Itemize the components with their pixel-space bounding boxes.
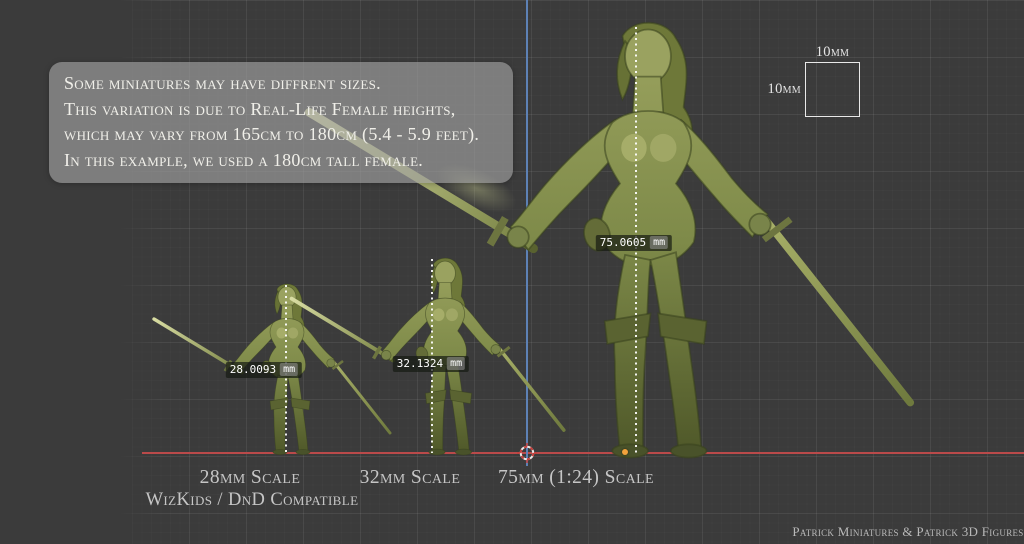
measurement-label-32mm: 32.1324 mm	[393, 356, 469, 372]
scale-label-32mm: 32mm Scale	[360, 467, 461, 489]
measurement-value: 75.0605	[600, 236, 646, 249]
measurement-unit: mm	[280, 363, 298, 376]
measurement-label-75mm: 75.0605 mm	[596, 235, 672, 251]
compat-label-28mm: WizKids / DnD Compatible	[146, 490, 359, 511]
measurement-unit: mm	[650, 236, 668, 249]
reference-square-top-label: 10mm	[805, 44, 860, 61]
scale-label-28mm: 28mm Scale	[200, 467, 301, 489]
measurement-unit: mm	[447, 357, 465, 370]
credit-text: Patrick Miniatures & Patrick 3D Figures	[792, 524, 1023, 540]
info-line-2: This variation is due to Real-Life Femal…	[64, 97, 513, 123]
info-line-3: which may vary from 165cm to 180cm (5.4 …	[64, 122, 513, 148]
scale-label-75mm: 75mm (1:24) Scale	[498, 467, 654, 489]
measurement-value: 28.0093	[230, 363, 276, 376]
info-line-1: Some miniatures may have diffrent sizes.	[64, 71, 513, 97]
blender-viewport[interactable]: { "scene": { "background_color": "#3b3b3…	[0, 0, 1024, 544]
measurement-value: 32.1324	[397, 357, 443, 370]
reference-square-side-label: 10mm	[741, 81, 801, 98]
reference-square-10mm	[805, 62, 860, 117]
measurement-label-28mm: 28.0093 mm	[226, 362, 302, 378]
info-box: Some miniatures may have diffrent sizes.…	[49, 62, 513, 183]
3d-cursor[interactable]	[516, 442, 538, 464]
object-origin-dot	[622, 449, 628, 455]
info-line-4: In this example, we used a 180cm tall fe…	[64, 148, 513, 174]
